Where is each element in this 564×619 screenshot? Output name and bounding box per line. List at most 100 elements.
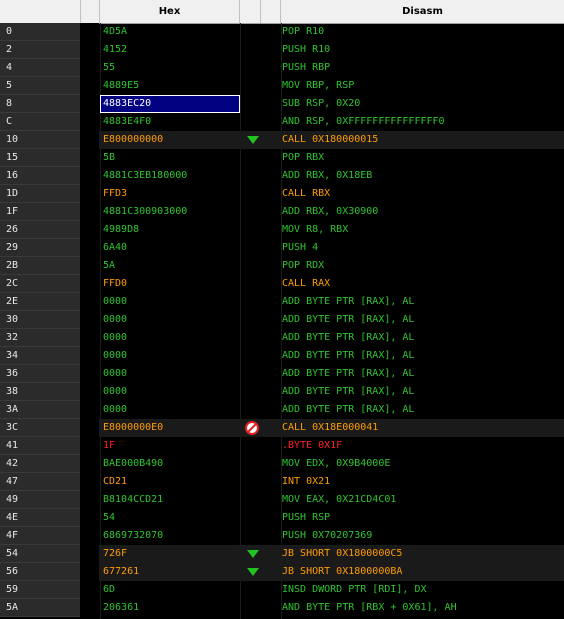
hex-bytes-cell[interactable]: CD21 — [101, 474, 239, 490]
table-row[interactable]: 8 4883EC20 SUB RSP, 0X20 — [0, 95, 564, 113]
table-row[interactable]: 3A 0000 ADD BYTE PTR [RAX], AL — [0, 401, 564, 419]
table-row[interactable]: 5A 206361 AND BYTE PTR [RBX + 0X61], AH — [0, 599, 564, 617]
table-row[interactable]: 2C FFD0 CALL RAX — [0, 275, 564, 293]
jump-down-arrow-icon[interactable] — [247, 136, 259, 144]
disasm-cell[interactable]: ADD RBX, 0X18EB — [282, 167, 372, 185]
disasm-cell[interactable]: POP RBX — [282, 149, 324, 167]
hex-bytes-cell[interactable]: 4989D8 — [101, 222, 239, 238]
table-row[interactable]: 30 0000 ADD BYTE PTR [RAX], AL — [0, 311, 564, 329]
hex-bytes-cell[interactable]: 0000 — [101, 366, 239, 382]
table-row[interactable]: 2E 0000 ADD BYTE PTR [RAX], AL — [0, 293, 564, 311]
disasm-cell[interactable]: ADD BYTE PTR [RAX], AL — [282, 329, 414, 347]
table-row[interactable]: 49 B8104CCD21 MOV EAX, 0X21CD4C01 — [0, 491, 564, 509]
table-row[interactable]: 4E 54 PUSH RSP — [0, 509, 564, 527]
table-row[interactable]: 59 6D INSD DWORD PTR [RDI], DX — [0, 581, 564, 599]
hex-bytes-cell[interactable]: 677261 — [101, 564, 239, 580]
table-row[interactable]: 38 0000 ADD BYTE PTR [RAX], AL — [0, 383, 564, 401]
table-row[interactable]: 2 4152 PUSH R10 — [0, 41, 564, 59]
hex-bytes-cell[interactable]: 54 — [101, 510, 239, 526]
hex-bytes-cell[interactable]: 4889E5 — [101, 78, 239, 94]
table-row[interactable]: 32 0000 ADD BYTE PTR [RAX], AL — [0, 329, 564, 347]
hex-bytes-cell[interactable]: 5A — [101, 258, 239, 274]
hex-bytes-cell[interactable]: 6D — [101, 582, 239, 598]
disasm-cell[interactable]: MOV EDX, 0X9B4000E — [282, 455, 390, 473]
hex-bytes-cell[interactable]: 4D5A — [101, 24, 239, 40]
disasm-cell[interactable]: CALL RBX — [282, 185, 330, 203]
table-row[interactable]: 29 6A40 PUSH 4 — [0, 239, 564, 257]
table-row[interactable]: 5 4889E5 MOV RBP, RSP — [0, 77, 564, 95]
table-row[interactable]: 56 677261 JB SHORT 0X1800000BA — [0, 563, 564, 581]
disasm-cell[interactable]: JB SHORT 0X1800000BA — [282, 563, 402, 581]
table-row[interactable]: 10 E800000000 CALL 0X180000015 — [0, 131, 564, 149]
disasm-cell[interactable]: AND BYTE PTR [RBX + 0X61], AH — [282, 599, 457, 617]
disasm-cell[interactable]: PUSH R10 — [282, 41, 330, 59]
hex-bytes-cell[interactable]: 4881C300903000 — [101, 204, 239, 220]
table-row[interactable]: 3C E8000000E0 CALL 0X18E000041 — [0, 419, 564, 437]
disasm-cell[interactable]: INT 0X21 — [282, 473, 330, 491]
table-row[interactable]: 54 726F JB SHORT 0X1800000C5 — [0, 545, 564, 563]
header-hex-column[interactable]: Hex — [100, 0, 240, 23]
disasm-cell[interactable]: MOV EAX, 0X21CD4C01 — [282, 491, 396, 509]
disasm-cell[interactable]: PUSH 0X70207369 — [282, 527, 372, 545]
hex-bytes-cell[interactable]: 206361 — [101, 600, 239, 616]
disasm-cell[interactable]: CALL RAX — [282, 275, 330, 293]
header-spacer-column-2[interactable] — [261, 0, 281, 23]
table-row[interactable]: 2B 5A POP RDX — [0, 257, 564, 275]
disasm-cell[interactable]: INSD DWORD PTR [RDI], DX — [282, 581, 427, 599]
disasm-cell[interactable]: PUSH RBP — [282, 59, 330, 77]
table-row[interactable]: 4F 6869732070 PUSH 0X70207369 — [0, 527, 564, 545]
hex-bytes-cell[interactable]: 0000 — [101, 294, 239, 310]
disasm-cell[interactable]: CALL 0X180000015 — [282, 131, 378, 149]
table-row[interactable]: 0 4D5A POP R10 — [0, 23, 564, 41]
hex-bytes-cell[interactable]: 726F — [101, 546, 239, 562]
disasm-cell[interactable]: SUB RSP, 0X20 — [282, 95, 360, 113]
hex-bytes-cell[interactable]: E800000000 — [101, 132, 239, 148]
disasm-cell[interactable]: POP RDX — [282, 257, 324, 275]
disasm-cell[interactable]: AND RSP, 0XFFFFFFFFFFFFFFF0 — [282, 113, 445, 131]
table-row[interactable]: 16 4881C3EB180000 ADD RBX, 0X18EB — [0, 167, 564, 185]
hex-bytes-cell[interactable]: 4883E4F0 — [101, 114, 239, 130]
hex-bytes-cell[interactable]: 6A40 — [101, 240, 239, 256]
hex-bytes-cell[interactable]: 6869732070 — [101, 528, 239, 544]
table-row[interactable]: 15 5B POP RBX — [0, 149, 564, 167]
hex-bytes-cell[interactable]: 0000 — [101, 330, 239, 346]
header-offset-column[interactable] — [0, 0, 81, 23]
hex-bytes-cell[interactable]: FFD0 — [101, 276, 239, 292]
disasm-cell[interactable]: MOV R8, RBX — [282, 221, 348, 239]
hex-bytes-cell[interactable]: 4881C3EB180000 — [101, 168, 239, 184]
table-row[interactable]: 34 0000 ADD BYTE PTR [RAX], AL — [0, 347, 564, 365]
hex-bytes-cell[interactable]: 5B — [101, 150, 239, 166]
invalid-target-icon[interactable] — [245, 421, 259, 435]
disasm-cell[interactable]: ADD RBX, 0X30900 — [282, 203, 378, 221]
disasm-cell[interactable]: PUSH 4 — [282, 239, 318, 257]
disasm-cell[interactable]: ADD BYTE PTR [RAX], AL — [282, 311, 414, 329]
table-row[interactable]: 26 4989D8 MOV R8, RBX — [0, 221, 564, 239]
disasm-cell[interactable]: ADD BYTE PTR [RAX], AL — [282, 401, 414, 419]
table-row[interactable]: 4 55 PUSH RBP — [0, 59, 564, 77]
hex-bytes-cell[interactable]: BAE000B490 — [101, 456, 239, 472]
hex-bytes-cell[interactable]: 0000 — [101, 312, 239, 328]
hex-bytes-cell[interactable]: 4152 — [101, 42, 239, 58]
hex-bytes-cell[interactable]: B8104CCD21 — [101, 492, 239, 508]
hex-bytes-cell[interactable]: 0000 — [101, 402, 239, 418]
hex-bytes-cell[interactable]: E8000000E0 — [101, 420, 239, 436]
jump-down-arrow-icon[interactable] — [247, 550, 259, 558]
table-row[interactable]: 42 BAE000B490 MOV EDX, 0X9B4000E — [0, 455, 564, 473]
table-row[interactable]: 36 0000 ADD BYTE PTR [RAX], AL — [0, 365, 564, 383]
disasm-cell[interactable]: MOV RBP, RSP — [282, 77, 354, 95]
disasm-cell[interactable]: CALL 0X18E000041 — [282, 419, 378, 437]
hex-bytes-cell[interactable]: 4883EC20 — [100, 95, 240, 113]
table-row[interactable]: 1D FFD3 CALL RBX — [0, 185, 564, 203]
header-spacer-column[interactable] — [81, 0, 100, 23]
disasm-cell[interactable]: ADD BYTE PTR [RAX], AL — [282, 383, 414, 401]
table-row[interactable]: C 4883E4F0 AND RSP, 0XFFFFFFFFFFFFFFF0 — [0, 113, 564, 131]
disasm-cell[interactable]: PUSH RSP — [282, 509, 330, 527]
disasm-cell[interactable]: ADD BYTE PTR [RAX], AL — [282, 293, 414, 311]
hex-bytes-cell[interactable]: 1F — [101, 438, 239, 454]
jump-down-arrow-icon[interactable] — [247, 568, 259, 576]
table-row[interactable]: 1F 4881C300903000 ADD RBX, 0X30900 — [0, 203, 564, 221]
hex-bytes-cell[interactable]: 0000 — [101, 348, 239, 364]
header-disasm-column[interactable]: Disasm — [281, 0, 564, 23]
disasm-cell[interactable]: ADD BYTE PTR [RAX], AL — [282, 347, 414, 365]
disasm-cell[interactable]: .BYTE 0X1F — [282, 437, 342, 455]
